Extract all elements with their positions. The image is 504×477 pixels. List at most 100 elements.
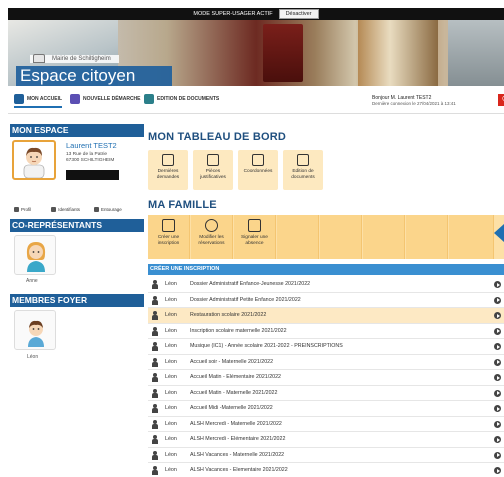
site-title[interactable]: Espace citoyen bbox=[16, 66, 172, 86]
redacted-field bbox=[66, 170, 119, 180]
person-icon bbox=[152, 450, 158, 460]
inscription-child-name: Léon bbox=[165, 358, 177, 365]
tile-pieces-justificatives[interactable]: Pièces justificatives bbox=[193, 150, 233, 190]
document-list-icon bbox=[162, 154, 174, 166]
arrow-circle-icon[interactable] bbox=[494, 312, 501, 319]
membres-foyer-heading: MEMBRES FOYER bbox=[10, 294, 144, 307]
tile-edition-documents[interactable]: Edition de documents bbox=[283, 150, 323, 190]
tile-modifier-reservations-label: Modifier les réservations bbox=[198, 235, 225, 246]
tab-entourage-label: Entourage bbox=[101, 206, 122, 212]
tile-pieces-justificatives-label: Pièces justificatives bbox=[200, 169, 226, 180]
person-icon bbox=[152, 326, 158, 336]
inscription-row[interactable]: Léon Accueil Midi -Maternelle 2021/2022 bbox=[148, 401, 504, 417]
empty-tile bbox=[449, 215, 494, 259]
co-rep-avatar[interactable] bbox=[14, 235, 56, 275]
inscription-child-name: Léon bbox=[165, 436, 177, 443]
empty-tile bbox=[277, 215, 319, 259]
profile-tabs: Profil Identifiants Entourage bbox=[10, 204, 144, 214]
attachment-icon bbox=[207, 154, 219, 166]
tile-signaler-absence[interactable]: Signaler une absence bbox=[234, 215, 276, 259]
create-icon bbox=[162, 219, 175, 232]
user-name[interactable]: Laurent TEST2 bbox=[66, 141, 117, 150]
inscription-child-name: Léon bbox=[165, 374, 177, 381]
nav-nouvelle-demarche-label: NOUVELLE DÉMARCHE bbox=[83, 96, 141, 102]
inscription-row[interactable]: Léon Dossier Administratif Petite Enfance… bbox=[148, 293, 504, 308]
inscription-label: ALSH Mercredi - Maternelle 2021/2022 bbox=[190, 420, 282, 427]
arrow-circle-icon[interactable] bbox=[494, 436, 501, 443]
tile-modifier-reservations[interactable]: Modifier les réservations bbox=[191, 215, 233, 259]
nav-edition-documents[interactable]: EDITION DE DOCUMENTS bbox=[144, 94, 219, 104]
person-icon bbox=[152, 342, 158, 351]
person-icon bbox=[152, 311, 158, 320]
arrow-circle-icon[interactable] bbox=[494, 467, 501, 474]
co-representants-heading: CO-REPRÉSENTANTS bbox=[10, 219, 144, 232]
inscription-row[interactable]: Léon Inscription scolaire maternelle 2021… bbox=[148, 324, 504, 339]
person-icon bbox=[152, 404, 158, 413]
super-user-bar: MODE SUPER-USAGER ACTIF Désactiver bbox=[8, 8, 504, 20]
arrow-circle-icon[interactable] bbox=[494, 281, 501, 288]
tab-identifiants[interactable]: Identifiants bbox=[51, 204, 80, 214]
empty-tile bbox=[320, 215, 362, 259]
tile-creer-inscription[interactable]: Créer une inscription bbox=[148, 215, 190, 259]
arrow-circle-icon[interactable] bbox=[494, 405, 501, 412]
arrow-circle-icon[interactable] bbox=[494, 451, 501, 459]
group-icon bbox=[94, 206, 100, 212]
inscription-row[interactable]: Léon Musique (IC1) - Année scolaire 2021-… bbox=[148, 339, 504, 355]
inscription-row[interactable]: Léon ALSH Mercredi - Maternelle 2021/2022 bbox=[148, 417, 504, 432]
new-request-icon bbox=[70, 94, 80, 104]
inscription-row[interactable]: Léon Accueil Matin - Maternelle 2021/2022 bbox=[148, 386, 504, 401]
header-banner: Mairie de Schiltigheim Espace citoyen bbox=[8, 20, 504, 86]
inscription-label: ALSH Vacances - Elementaire 2021/2022 bbox=[190, 467, 288, 474]
inscription-label: Inscription scolaire maternelle 2021/202… bbox=[190, 327, 287, 334]
child-avatar-icon bbox=[28, 320, 44, 347]
arrow-circle-icon[interactable] bbox=[494, 358, 501, 366]
inscription-row[interactable]: Léon Dossier Administratif Enfance-Jeunes… bbox=[148, 277, 504, 293]
tile-coordonnees[interactable]: Coordonnées bbox=[238, 150, 278, 190]
arrow-circle-icon[interactable] bbox=[494, 343, 501, 350]
lock-icon bbox=[51, 206, 57, 212]
member-avatar[interactable] bbox=[14, 310, 56, 350]
arrow-circle-icon[interactable] bbox=[494, 327, 501, 335]
woman-avatar-icon bbox=[26, 242, 46, 272]
person-icon bbox=[152, 419, 158, 429]
member-name: Léon bbox=[27, 354, 39, 360]
arrow-circle-icon[interactable] bbox=[494, 420, 501, 428]
profile-card: Laurent TEST2 13 Rue de la Patrie 67300 … bbox=[10, 137, 144, 199]
tile-signaler-absence-label: Signaler une absence bbox=[241, 235, 268, 246]
contact-card-icon bbox=[252, 154, 264, 166]
banner-photo-statue bbox=[448, 20, 504, 86]
inscription-label: Musique (IC1) - Année scolaire 2021-2022… bbox=[190, 343, 343, 350]
absence-icon bbox=[248, 219, 261, 232]
user-address: 13 Rue de la Patrie 67300 SCHILTIGHEIM bbox=[66, 152, 114, 164]
inscription-row[interactable]: Léon ALSH Mercredi - Elémentaire 2021/202… bbox=[148, 432, 504, 448]
deactivate-button[interactable]: Désactiver bbox=[278, 9, 319, 19]
inscription-child-name: Léon bbox=[165, 405, 177, 412]
empty-tile bbox=[363, 215, 405, 259]
user-avatar[interactable] bbox=[12, 140, 56, 180]
inscription-child-name: Léon bbox=[165, 296, 177, 303]
inscription-label: Restauration scolaire 2021/2022 bbox=[190, 312, 267, 319]
arrow-circle-icon[interactable] bbox=[494, 389, 501, 397]
inscription-child-name: Léon bbox=[165, 389, 177, 396]
logout-button[interactable]: ⏻ bbox=[498, 94, 504, 106]
arrow-circle-icon[interactable] bbox=[494, 374, 501, 381]
nav-nouvelle-demarche[interactable]: NOUVELLE DÉMARCHE bbox=[70, 94, 141, 104]
nav-edition-documents-label: EDITION DE DOCUMENTS bbox=[157, 96, 220, 102]
carousel-arrow-icon[interactable] bbox=[494, 224, 504, 242]
inscription-row[interactable]: Léon Accueil soir - Maternelle 2021/2022 bbox=[148, 355, 504, 370]
tile-dernieres-demandes[interactable]: Dernières demandes bbox=[148, 150, 188, 190]
inscription-row[interactable]: Léon ALSH Vacances - Maternelle 2021/2022 bbox=[148, 448, 504, 463]
arrow-circle-icon[interactable] bbox=[494, 296, 501, 304]
tab-profil[interactable]: Profil bbox=[14, 204, 31, 214]
inscription-row[interactable]: Léon ALSH Vacances - Elementaire 2021/202… bbox=[148, 463, 504, 477]
person-icon bbox=[152, 388, 158, 398]
inscription-row[interactable]: Léon Restauration scolaire 2021/2022 bbox=[148, 308, 504, 324]
tab-profil-label: Profil bbox=[21, 206, 32, 212]
inscription-label: ALSH Vacances - Maternelle 2021/2022 bbox=[190, 451, 285, 458]
town-hall-icon bbox=[33, 54, 45, 63]
inscription-label: Dossier Administratif Enfance-Jeunesse 2… bbox=[190, 281, 311, 288]
inscription-row[interactable]: Léon Accueil Matin - Elémentaire 2021/202… bbox=[148, 370, 504, 386]
tab-entourage[interactable]: Entourage bbox=[94, 204, 122, 214]
nav-mon-accueil[interactable]: MON ACCUEIL bbox=[14, 94, 63, 108]
person-icon bbox=[152, 466, 158, 475]
